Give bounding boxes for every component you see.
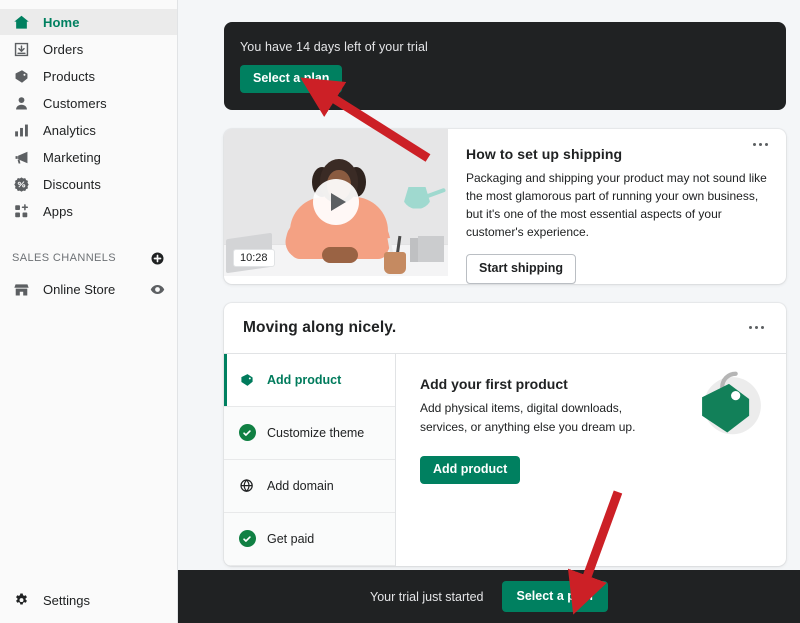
bottom-bar-message: Your trial just started xyxy=(370,589,484,604)
sidebar-item-apps[interactable]: Apps xyxy=(0,198,177,224)
trial-message: You have 14 days left of your trial xyxy=(240,40,428,54)
gear-icon xyxy=(12,592,31,609)
apps-grid-icon xyxy=(12,202,31,221)
setup-step-label: Get paid xyxy=(267,531,315,546)
setup-card-body: Add product Customize theme Add domain G… xyxy=(224,353,786,566)
sidebar-item-customers[interactable]: Customers xyxy=(0,90,177,116)
select-a-plan-button-bottom[interactable]: Select a plan xyxy=(501,580,608,613)
more-horizontal-icon-setup[interactable] xyxy=(745,322,768,333)
dot xyxy=(753,142,756,146)
sidebar-item-label: Discounts xyxy=(43,176,101,192)
sidebar-item-home[interactable]: Home xyxy=(0,9,177,35)
setup-step-label: Customize theme xyxy=(267,425,365,440)
dot xyxy=(755,326,758,330)
setup-step-detail: Add your first product Add physical item… xyxy=(396,354,786,566)
play-triangle xyxy=(330,193,346,211)
sidebar-item-label: Customers xyxy=(43,95,107,111)
setup-detail-description: Add physical items, digital downloads, s… xyxy=(420,400,636,434)
sidebar-item-label: Analytics xyxy=(43,122,96,138)
globe-icon xyxy=(238,478,256,494)
setup-step-add-product[interactable]: Add product xyxy=(224,353,395,407)
setup-step-customize-theme[interactable]: Customize theme xyxy=(224,406,395,460)
video-book xyxy=(418,235,444,262)
setup-step-add-domain[interactable]: Add domain xyxy=(224,459,395,513)
products-tag-icon xyxy=(12,67,31,86)
plus-circle-icon[interactable] xyxy=(150,251,165,266)
home-icon xyxy=(12,13,31,32)
more-horizontal-icon-shipping[interactable] xyxy=(749,139,772,150)
customers-person-icon xyxy=(12,94,31,113)
check-circle-icon xyxy=(238,424,256,442)
sidebar-item-marketing[interactable]: Marketing xyxy=(0,144,177,170)
discounts-percent-icon xyxy=(12,175,31,194)
start-shipping-button[interactable]: Start shipping xyxy=(466,254,577,284)
setup-steps-list: Add product Customize theme Add domain G… xyxy=(224,353,396,566)
analytics-bars-icon xyxy=(12,121,31,140)
add-product-button[interactable]: Add product xyxy=(420,456,521,484)
dot xyxy=(749,326,752,330)
setup-card-header: Moving along nicely. xyxy=(224,303,786,354)
sidebar-item-label: Products xyxy=(43,68,96,84)
sidebar-item-analytics[interactable]: Analytics xyxy=(0,117,177,143)
tag-icon xyxy=(238,372,256,388)
sidebar-item-online-store[interactable]: Online Store xyxy=(0,276,177,302)
sidebar-item-label: Online Store xyxy=(43,281,116,297)
sales-channels-label: SALES CHANNELS xyxy=(12,252,117,264)
video-cup xyxy=(384,251,406,274)
sidebar-item-label: Settings xyxy=(43,592,90,608)
video-person-hands xyxy=(322,246,358,263)
store-icon xyxy=(12,281,31,298)
sidebar-item-label: Orders xyxy=(43,41,84,57)
sidebar-item-discounts[interactable]: Discounts xyxy=(0,171,177,197)
play-icon[interactable] xyxy=(313,179,359,225)
eye-icon[interactable] xyxy=(150,282,165,297)
video-book-secondary xyxy=(410,237,418,262)
sidebar-item-label: Home xyxy=(43,14,80,30)
check-circle-shape xyxy=(238,530,256,548)
sales-channels-header: SALES CHANNELS xyxy=(0,246,177,270)
dot xyxy=(761,326,764,330)
video-duration-badge: 10:28 xyxy=(233,248,275,267)
sidebar: Home Orders Products Customers Analytics… xyxy=(0,0,178,623)
sidebar-item-products[interactable]: Products xyxy=(0,63,177,89)
setup-step-label: Add domain xyxy=(267,478,334,493)
shipping-tutorial-card: 10:28 How to set up shipping Packaging a… xyxy=(224,128,786,284)
setup-step-label: Add product xyxy=(267,372,342,387)
sidebar-item-settings[interactable]: Settings xyxy=(0,587,177,613)
check-circle-icon xyxy=(238,530,256,548)
dot xyxy=(765,142,768,146)
setup-step-get-paid[interactable]: Get paid xyxy=(224,512,395,566)
marketing-megaphone-icon xyxy=(12,148,31,167)
sidebar-item-label: Apps xyxy=(43,203,74,219)
orders-icon xyxy=(12,40,31,59)
shipping-card-title: How to set up shipping xyxy=(466,145,623,162)
check-circle-shape xyxy=(238,424,256,442)
primary-navigation: Home Orders Products Customers Analytics… xyxy=(0,0,177,224)
price-tag-illustration xyxy=(702,371,761,435)
shipping-card-description: Packaging and shipping your product may … xyxy=(466,170,767,240)
sidebar-item-orders[interactable]: Orders xyxy=(0,36,177,62)
sidebar-item-label: Marketing xyxy=(43,149,101,165)
setup-guide-card: Moving along nicely. Add product Customi… xyxy=(224,302,786,566)
select-a-plan-button-top[interactable]: Select a plan xyxy=(240,65,343,93)
video-thumbnail[interactable]: 10:28 xyxy=(224,128,448,276)
shipping-card-body: How to set up shipping Packaging and shi… xyxy=(448,129,786,284)
bottom-trial-bar: Your trial just started Select a plan xyxy=(178,570,800,623)
shopify-admin-screen: Home Orders Products Customers Analytics… xyxy=(0,0,800,623)
main-content: You have 14 days left of your trial Sele… xyxy=(178,0,800,623)
trial-banner: You have 14 days left of your trial Sele… xyxy=(224,22,786,110)
setup-card-title: Moving along nicely. xyxy=(243,318,397,336)
dot xyxy=(759,142,762,146)
